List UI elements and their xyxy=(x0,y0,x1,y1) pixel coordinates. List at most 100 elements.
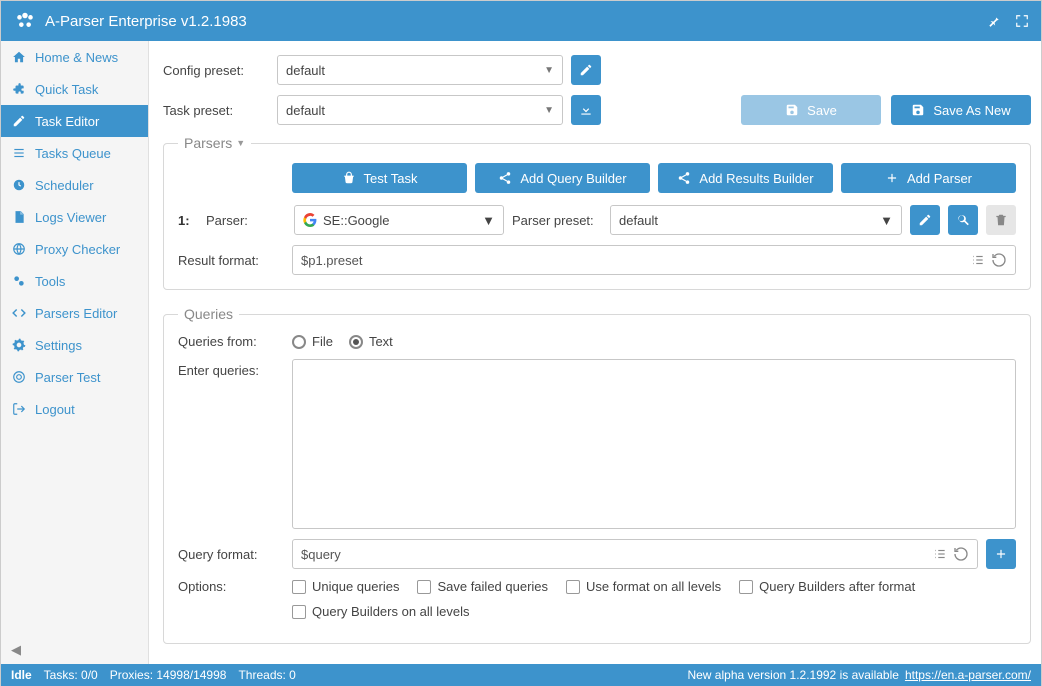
edit-parser-button[interactable] xyxy=(910,205,940,235)
sidebar-item-label: Parser Test xyxy=(35,370,101,385)
queries-fieldset: Queries Queries from: File Text Enter qu… xyxy=(163,306,1031,644)
checkbox-icon xyxy=(292,605,306,619)
google-icon xyxy=(303,213,317,227)
main-content: Config preset: default ▼ Task preset: de… xyxy=(149,41,1041,664)
sidebar-item-logs-viewer[interactable]: Logs Viewer xyxy=(1,201,148,233)
globe-icon xyxy=(11,241,27,257)
sidebar-item-proxy-checker[interactable]: Proxy Checker xyxy=(1,233,148,265)
parser-preset-select[interactable]: default ▼ xyxy=(610,205,902,235)
checkbox-qb-after-format[interactable]: Query Builders after format xyxy=(739,579,915,594)
sidebar-item-label: Proxy Checker xyxy=(35,242,120,257)
checkbox-unique-queries[interactable]: Unique queries xyxy=(292,579,399,594)
sidebar-item-parsers-editor[interactable]: Parsers Editor xyxy=(1,297,148,329)
sidebar-item-quick-task[interactable]: Quick Task xyxy=(1,73,148,105)
checkbox-qb-all-levels[interactable]: Query Builders on all levels xyxy=(292,604,470,619)
status-threads: Threads: 0 xyxy=(238,668,295,682)
query-format-input[interactable]: $query xyxy=(292,539,978,569)
load-task-preset-button[interactable] xyxy=(571,95,601,125)
sidebar-item-label: Tasks Queue xyxy=(35,146,111,161)
checkbox-save-failed[interactable]: Save failed queries xyxy=(417,579,548,594)
parser-tools-button[interactable] xyxy=(948,205,978,235)
statusbar: Idle Tasks: 0/0 Proxies: 14998/14998 Thr… xyxy=(1,664,1041,686)
enter-queries-label: Enter queries: xyxy=(178,359,284,378)
sidebar-item-label: Parsers Editor xyxy=(35,306,117,321)
query-format-value: $query xyxy=(301,547,341,562)
fullscreen-icon[interactable] xyxy=(1015,14,1029,28)
sidebar-item-logout[interactable]: Logout xyxy=(1,393,148,425)
chevron-down-icon: ▼ xyxy=(236,138,245,148)
titlebar: A-Parser Enterprise v1.2.1983 xyxy=(1,1,1041,41)
sidebar-item-task-editor[interactable]: Task Editor xyxy=(1,105,148,137)
parser-preset-label: Parser preset: xyxy=(512,213,602,228)
edit-config-preset-button[interactable] xyxy=(571,55,601,85)
sidebar-item-parser-test[interactable]: Parser Test xyxy=(1,361,148,393)
test-task-label: Test Task xyxy=(364,171,418,186)
parser-select[interactable]: SE::Google ▼ xyxy=(294,205,504,235)
sidebar-item-label: Settings xyxy=(35,338,82,353)
pencil-icon xyxy=(11,113,27,129)
sidebar-item-tasks-queue[interactable]: Tasks Queue xyxy=(1,137,148,169)
list-icon[interactable] xyxy=(971,253,985,267)
gear-icon xyxy=(11,337,27,353)
code-icon xyxy=(11,305,27,321)
save-as-new-button[interactable]: Save As New xyxy=(891,95,1031,125)
app-logo-icon xyxy=(13,9,37,33)
sidebar-item-home[interactable]: Home & News xyxy=(1,41,148,73)
add-results-builder-label: Add Results Builder xyxy=(699,171,813,186)
test-task-button[interactable]: Test Task xyxy=(292,163,467,193)
cogs-icon xyxy=(11,273,27,289)
parser-label: Parser: xyxy=(206,213,286,228)
add-query-format-button[interactable] xyxy=(986,539,1016,569)
reset-icon[interactable] xyxy=(953,546,969,562)
app-title: A-Parser Enterprise v1.2.1983 xyxy=(45,13,987,30)
pin-icon[interactable] xyxy=(987,14,1001,28)
radio-file[interactable]: File xyxy=(292,334,333,349)
query-format-label: Query format: xyxy=(178,547,284,562)
add-parser-label: Add Parser xyxy=(907,171,972,186)
parser-preset-value: default xyxy=(619,213,658,228)
home-icon xyxy=(11,49,27,65)
result-format-input[interactable]: $p1.preset xyxy=(292,245,1016,275)
result-format-label: Result format: xyxy=(178,253,284,268)
list-icon[interactable] xyxy=(933,547,947,561)
delete-parser-button[interactable] xyxy=(986,205,1016,235)
task-preset-select[interactable]: default ▼ xyxy=(277,95,563,125)
puzzle-icon xyxy=(11,81,27,97)
status-proxies: Proxies: 14998/14998 xyxy=(110,668,227,682)
sidebar-item-scheduler[interactable]: Scheduler xyxy=(1,169,148,201)
radio-text-label: Text xyxy=(369,334,393,349)
add-parser-button[interactable]: Add Parser xyxy=(841,163,1016,193)
radio-text[interactable]: Text xyxy=(349,334,393,349)
config-preset-select[interactable]: default ▼ xyxy=(277,55,563,85)
radio-dot-icon xyxy=(292,335,306,349)
status-link[interactable]: https://en.a-parser.com/ xyxy=(905,668,1031,682)
target-icon xyxy=(11,369,27,385)
save-button[interactable]: Save xyxy=(741,95,881,125)
parser-number: 1: xyxy=(178,213,198,228)
sidebar-collapse-icon[interactable]: ◀ xyxy=(11,642,21,658)
checkbox-icon xyxy=(566,580,580,594)
sidebar: Home & News Quick Task Task Editor Tasks… xyxy=(1,41,149,664)
sidebar-item-settings[interactable]: Settings xyxy=(1,329,148,361)
sidebar-item-label: Home & News xyxy=(35,50,118,65)
reset-icon[interactable] xyxy=(991,252,1007,268)
sidebar-item-label: Task Editor xyxy=(35,114,99,129)
status-alpha: New alpha version 1.2.1992 is available xyxy=(687,668,898,682)
config-preset-label: Config preset: xyxy=(163,63,269,78)
config-preset-value: default xyxy=(286,63,325,78)
add-query-builder-button[interactable]: Add Query Builder xyxy=(475,163,650,193)
parsers-legend[interactable]: Parsers ▼ xyxy=(178,135,251,151)
queries-textarea[interactable] xyxy=(292,359,1016,529)
doc-icon xyxy=(11,209,27,225)
logout-icon xyxy=(11,401,27,417)
task-preset-label: Task preset: xyxy=(163,103,269,118)
checkbox-icon xyxy=(739,580,753,594)
chevron-down-icon: ▼ xyxy=(880,213,893,228)
add-query-builder-label: Add Query Builder xyxy=(520,171,626,186)
checkbox-icon xyxy=(417,580,431,594)
radio-file-label: File xyxy=(312,334,333,349)
options-label: Options: xyxy=(178,579,284,594)
sidebar-item-tools[interactable]: Tools xyxy=(1,265,148,297)
add-results-builder-button[interactable]: Add Results Builder xyxy=(658,163,833,193)
checkbox-use-format-all[interactable]: Use format on all levels xyxy=(566,579,721,594)
